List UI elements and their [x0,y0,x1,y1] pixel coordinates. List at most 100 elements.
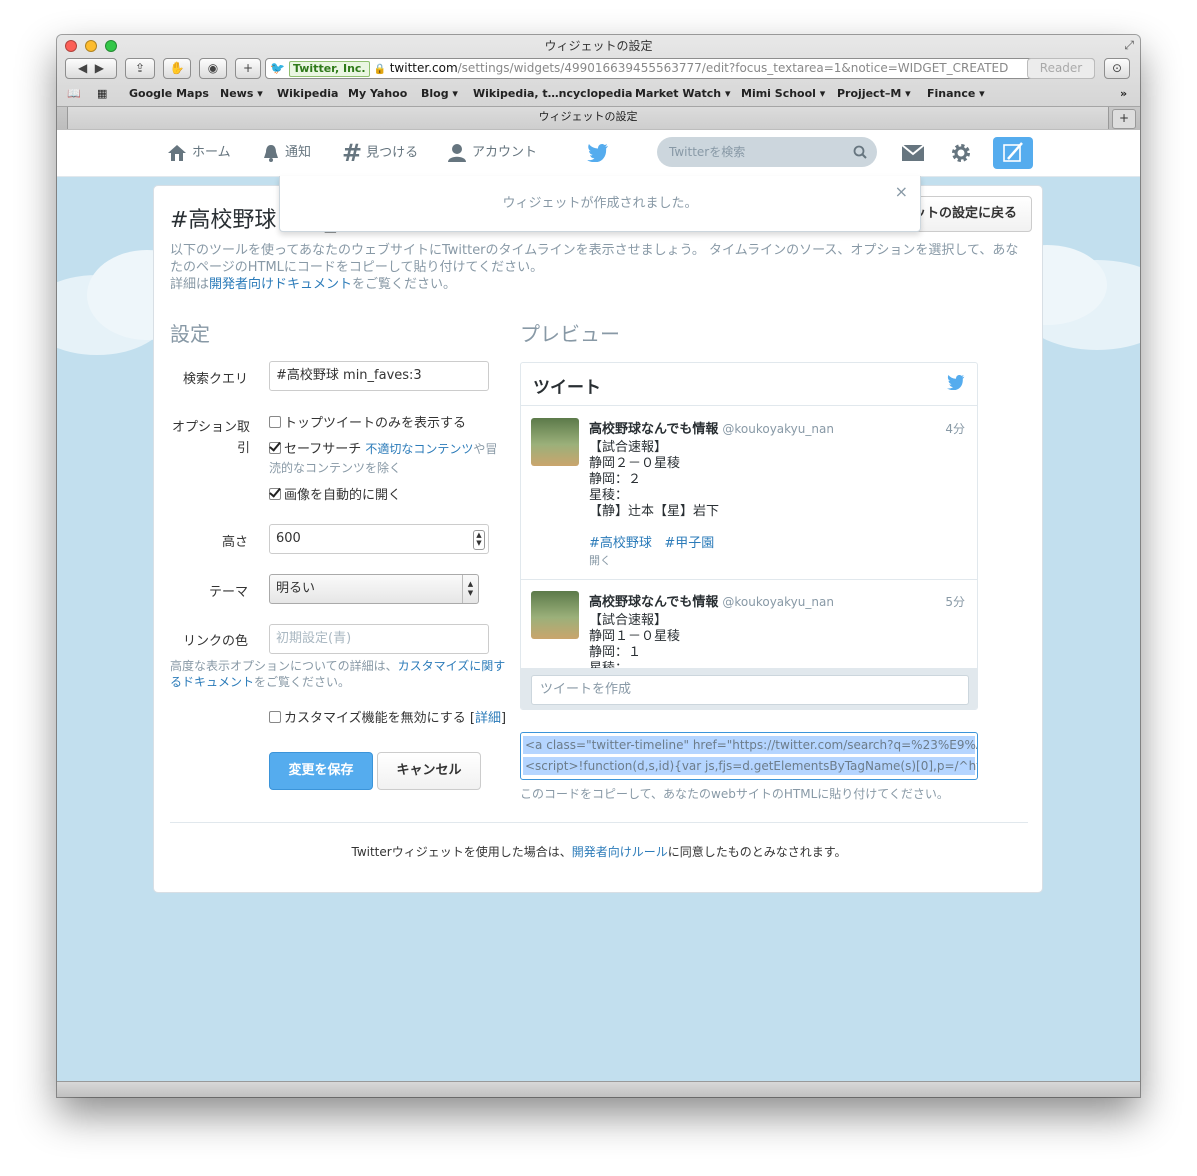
tab-widget-settings[interactable]: ウィジェットの設定 [67,107,1109,129]
browser-chrome: ウィジェットの設定 ⤢ ◀ ▶ ⇪ ✋ ◉ + 🐦 Twitter, Inc. 🔒… [57,35,1140,130]
tweet-expand-link[interactable]: 開く [589,552,611,568]
nav-home-label: ホーム [192,145,231,160]
save-changes-button[interactable]: 変更を保存 [269,752,373,790]
fullscreen-icon[interactable]: ⤢ [1124,38,1134,53]
tweet-timestamp[interactable]: 4分 [945,420,965,437]
embed-code-hint: このコードをコピーして、あなたのwebサイトのHTMLに貼り付けてください。 [520,787,949,801]
more-bookmarks-icon[interactable]: » [1120,84,1127,104]
twitter-bird-icon[interactable] [947,375,965,390]
theme-label: テーマ [208,585,248,600]
options-label-line2: 引 [236,441,250,456]
compose-tweet-button[interactable] [993,137,1033,169]
terms-prefix: Twitterウィジェットを使用した場合は、 [351,845,572,859]
bookmark-item[interactable]: Finance ▾ [927,84,985,104]
tweet-timestamp[interactable]: 5分 [945,593,965,610]
developer-rules-link[interactable]: 開発者向けルール [572,845,668,859]
bookmark-item[interactable]: Wikipedia, t…ncyclopedia [473,84,632,104]
bell-icon [264,144,278,162]
disable-customize-checkbox[interactable]: カスタマイズ機能を無効にする [詳細] [269,707,506,726]
embed-code-textarea[interactable]: <a class="twitter-timeline" href="https:… [520,732,978,780]
height-value: 600 [276,531,301,546]
settings-button[interactable] [950,130,977,176]
height-input[interactable]: 600 ▲ ▼ [269,524,489,554]
nav-discover[interactable]: # 見つける [342,130,418,176]
ev-certificate-badge[interactable]: Twitter, Inc. [288,61,370,77]
height-label: 高さ [221,535,248,550]
auto-expand-images-checkbox[interactable]: 画像を自動的に開く [269,484,401,503]
hand-icon[interactable]: ✋ [163,58,191,79]
avatar[interactable] [531,418,579,466]
gear-icon [952,143,970,162]
twitter-bird-icon: 🐦 [270,61,285,75]
home-icon [168,144,186,161]
search-query-input[interactable]: #高校野球 min_faves:3 [269,361,489,391]
checkbox-checked[interactable] [269,488,281,500]
cancel-button[interactable]: キャンセル [377,752,481,790]
tweet-author[interactable]: 高校野球なんでも情報 @koukoyakyu_nan [589,418,834,437]
back-forward-buttons[interactable]: ◀ ▶ [65,58,117,79]
bookmark-item[interactable]: Mimi School ▾ [741,84,825,104]
browser-window: ウィジェットの設定 ⤢ ◀ ▶ ⇪ ✋ ◉ + 🐦 Twitter, Inc. 🔒… [57,35,1140,1097]
extension-icon[interactable]: ◉ [199,58,227,79]
theme-select[interactable]: 明るい ▲ ▼ [269,574,479,604]
safe-search-rest: や冒 [473,442,498,456]
minimize-window-button[interactable] [85,40,97,52]
developer-docs-link[interactable]: 開発者向けドキュメント [209,277,352,292]
inappropriate-content-link[interactable]: 不適切なコンテンツ [365,442,473,456]
checkbox-unchecked[interactable] [269,711,281,723]
twitter-bird-icon [587,143,608,162]
address-bar[interactable]: 🐦 Twitter, Inc. 🔒 twitter.com/settings/wi… [265,58,1095,79]
quill-icon [1003,142,1023,162]
messages-button[interactable] [901,130,929,176]
settings-heading: 設定 [170,322,210,346]
tweet-item[interactable]: 高校野球なんでも情報 @koukoyakyu_nan 4分 【試合速報】 静岡２－… [521,406,977,580]
nav-notifications[interactable]: 通知 [262,130,311,176]
share-icon[interactable]: ⇪ [125,58,155,79]
close-window-button[interactable] [65,40,77,52]
top-sites-icon[interactable]: ▦ [97,84,107,104]
bookmark-item[interactable]: News ▾ [220,84,263,104]
checkbox-unchecked[interactable] [269,416,281,428]
add-bookmark-button[interactable]: + [235,58,261,79]
avatar[interactable] [531,591,579,639]
nav-home[interactable]: ホーム [167,130,231,176]
tweet-item[interactable]: 高校野球なんでも情報 @koukoyakyu_nan 5分 【試合速報】 静岡１－… [521,579,977,679]
details-link[interactable]: 詳細 [475,711,501,726]
bookmark-item[interactable]: Market Watch ▾ [635,84,731,104]
compose-tweet-input[interactable]: ツイートを作成 [531,675,969,705]
search-input[interactable]: Twitterを検索 [657,137,877,167]
bookmark-item[interactable]: Wikipedia [277,84,338,104]
preview-heading: プレビュー [520,322,620,346]
tweet-author[interactable]: 高校野球なんでも情報 @koukoyakyu_nan [589,591,834,610]
download-icon[interactable]: ⊙ [1104,58,1130,79]
search-icon[interactable] [853,137,867,167]
nav-account[interactable]: アカウント [447,130,537,176]
bookmark-item[interactable]: Google Maps [129,84,209,104]
link-color-label: リンクの色 [182,634,248,649]
top-tweets-checkbox[interactable]: トップツイートのみを表示する [269,412,466,431]
checkbox-checked[interactable] [269,442,281,454]
close-icon[interactable]: × [895,176,908,208]
reading-list-icon[interactable]: 📖 [67,84,81,104]
bookmark-item[interactable]: My Yahoo [348,84,407,104]
search-placeholder: Twitterを検索 [669,145,746,159]
twitter-logo[interactable] [587,130,614,176]
customize-note: 高度な表示オプションについての詳細は、カスタマイズに関するドキュメントをご覧くだ… [170,658,510,690]
reader-button[interactable]: Reader [1027,58,1095,79]
link-color-input[interactable]: 初期設定(青) [269,624,489,654]
tab-bar: ウィジェットの設定 + [57,106,1140,130]
hashtag-link[interactable]: #高校野球 [589,536,652,551]
bookmark-item[interactable]: Projject–M ▾ [837,84,911,104]
nav-account-label: アカウント [472,145,538,160]
zoom-window-button[interactable] [105,40,117,52]
safe-search-checkbox[interactable]: セーフサーチ 不適切なコンテンツや冒 [269,438,497,457]
bookmark-item[interactable]: Blog ▾ [421,84,458,104]
nav-discover-label: 見つける [366,145,419,161]
safe-search-label: セーフサーチ [284,442,362,457]
description-docs-line: 詳細は開発者向けドキュメントをご覧ください。 [170,276,1020,293]
select-arrows-icon: ▲ ▼ [462,575,478,603]
terms-suffix: に同意したものとみなされます。 [667,845,847,859]
stepper-icon[interactable]: ▲ ▼ [473,530,485,550]
new-tab-button[interactable]: + [1112,109,1136,129]
hashtag-link[interactable]: #甲子園 [664,536,714,551]
